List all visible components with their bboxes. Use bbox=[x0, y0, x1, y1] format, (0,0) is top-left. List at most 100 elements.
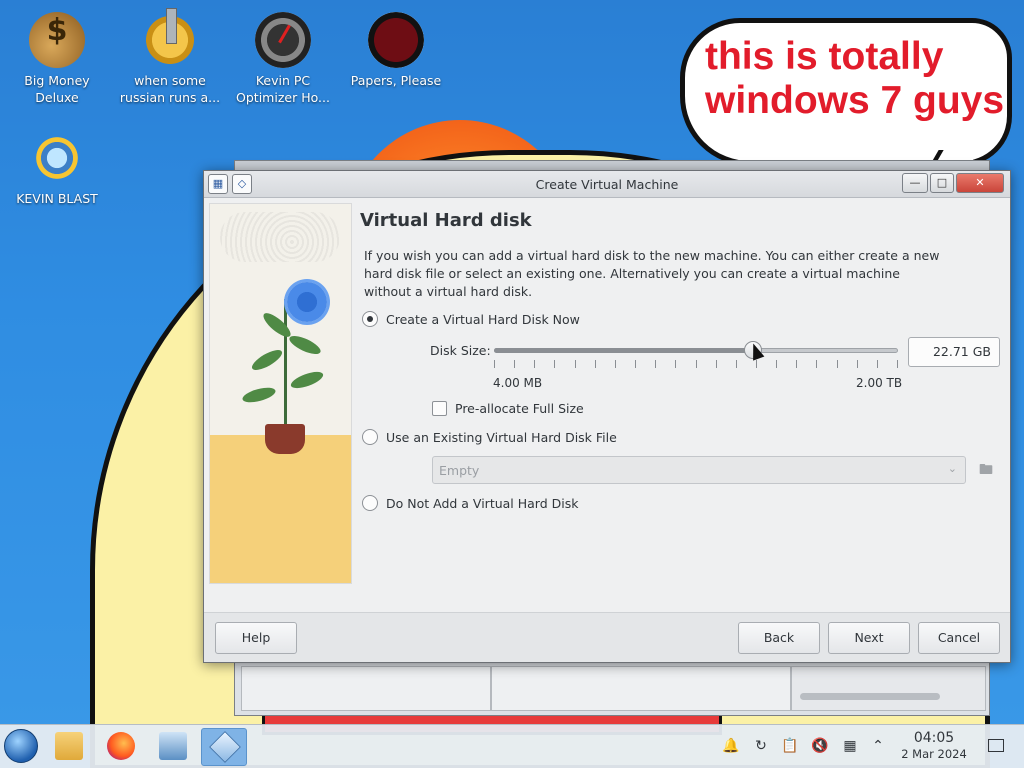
radio-indicator[interactable] bbox=[362, 429, 378, 445]
wizard-page: Virtual Hard disk If you wish you can ad… bbox=[360, 203, 1002, 584]
help-button[interactable]: Help bbox=[215, 622, 297, 654]
slider-tick bbox=[594, 360, 596, 368]
plant-stem bbox=[284, 299, 287, 429]
disk-size-slider[interactable] bbox=[494, 341, 898, 376]
slider-tick bbox=[715, 360, 717, 368]
blue-flower-icon bbox=[287, 282, 327, 322]
page-description: If you wish you can add a virtual hard d… bbox=[364, 248, 940, 299]
slider-tick bbox=[856, 360, 858, 368]
next-button[interactable]: Next bbox=[828, 622, 910, 654]
system-clock[interactable]: 04:05 2 Mar 2024 bbox=[894, 729, 974, 762]
desktop-icon-kevin-blast[interactable]: KEVIN BLAST bbox=[2, 130, 112, 207]
clipboard-icon[interactable]: 📋 bbox=[781, 737, 799, 755]
speech-bubble-text: this is totally windows 7 guys bbox=[705, 35, 1005, 122]
slider-fill bbox=[494, 348, 753, 353]
disk-size-min-label: 4.00 MB bbox=[493, 376, 543, 390]
background-pane bbox=[491, 666, 791, 711]
background-pane bbox=[241, 666, 491, 711]
desktop-icon-label: Kevin PC Optimizer Ho... bbox=[236, 73, 330, 105]
radio-use-existing-disk[interactable]: Use an Existing Virtual Hard Disk File bbox=[362, 429, 617, 445]
maximize-button[interactable]: □ bbox=[930, 173, 954, 193]
slider-tick bbox=[735, 360, 737, 368]
desktop-icon-label: when some russian runs a... bbox=[119, 73, 221, 105]
notifications-bell-icon[interactable]: 🔔 bbox=[722, 737, 740, 755]
plant-leaf bbox=[249, 346, 285, 374]
preallocate-checkbox[interactable] bbox=[432, 401, 447, 416]
eagle-emblem-icon bbox=[368, 12, 424, 68]
slider-tick bbox=[614, 360, 616, 368]
dialog-title: Create Virtual Machine bbox=[535, 177, 679, 192]
updates-icon[interactable]: ↻ bbox=[752, 737, 770, 755]
disk-size-label: Disk Size: bbox=[430, 343, 491, 358]
radio-no-disk[interactable]: Do Not Add a Virtual Hard Disk bbox=[362, 495, 578, 511]
file-manager-icon bbox=[55, 732, 83, 760]
money-bag-icon bbox=[29, 12, 85, 68]
desktop-icon-russian[interactable]: when some russian runs a... bbox=[115, 8, 225, 106]
slider-tick bbox=[574, 360, 576, 368]
plant-leaf bbox=[260, 309, 294, 341]
minimize-button[interactable]: — bbox=[902, 173, 928, 193]
desktop-icon-papers-please[interactable]: Papers, Please bbox=[341, 12, 451, 89]
back-button[interactable]: Back bbox=[738, 622, 820, 654]
start-menu-button[interactable] bbox=[4, 729, 38, 763]
background-scrollbar[interactable] bbox=[800, 693, 940, 700]
desktop-icon-big-money-deluxe[interactable]: Big Money Deluxe bbox=[2, 12, 112, 106]
slider-tick bbox=[675, 360, 677, 368]
plant-leaf bbox=[241, 384, 277, 406]
existing-disk-combo: Empty ⌄ bbox=[432, 456, 966, 484]
slider-tick bbox=[876, 360, 878, 368]
existing-disk-combo-value: Empty bbox=[439, 463, 480, 478]
taskbar-item-virtualbox[interactable] bbox=[201, 728, 247, 766]
desktop-icon-kevin-pc-optimizer[interactable]: Kevin PC Optimizer Ho... bbox=[228, 12, 338, 106]
radio-label[interactable]: Use an Existing Virtual Hard Disk File bbox=[386, 430, 617, 445]
slider-tick bbox=[635, 360, 637, 368]
slider-tick bbox=[534, 360, 536, 368]
radio-create-disk-now[interactable]: Create a Virtual Hard Disk Now bbox=[362, 311, 580, 327]
chevron-down-icon: ⌄ bbox=[947, 462, 957, 475]
radio-indicator[interactable] bbox=[362, 495, 378, 511]
disk-size-max-label: 2.00 TB bbox=[856, 376, 903, 390]
speech-bubble: this is totally windows 7 guys bbox=[680, 18, 1012, 166]
taskbar-item-system-settings[interactable] bbox=[150, 728, 196, 766]
slider-tick bbox=[695, 360, 697, 368]
slider-tick bbox=[755, 360, 757, 368]
system-settings-icon bbox=[159, 732, 187, 760]
fingerprint-cloud-graphic bbox=[220, 212, 340, 262]
radio-label[interactable]: Do Not Add a Virtual Hard Disk bbox=[386, 496, 578, 511]
slider-tick bbox=[655, 360, 657, 368]
slider-tick bbox=[897, 360, 898, 368]
disk-size-input[interactable]: 22.71 GB bbox=[908, 337, 1000, 367]
clock-date: 2 Mar 2024 bbox=[901, 747, 967, 761]
desktop-icon-label: KEVIN BLAST bbox=[16, 191, 98, 206]
dialog-titlebar[interactable]: ▦ ◇ Create Virtual Machine — □ ✕ bbox=[204, 171, 1010, 198]
taskbar: 🔔 ↻ 📋 🔇 ▦ ⌃ 04:05 2 Mar 2024 bbox=[0, 724, 1024, 768]
plant-leaf bbox=[288, 368, 326, 392]
radio-indicator[interactable] bbox=[362, 311, 378, 327]
background-scroll-area[interactable] bbox=[791, 666, 986, 711]
desktop-icon-label: Big Money Deluxe bbox=[24, 73, 90, 105]
input-method-icon[interactable]: ▦ bbox=[841, 737, 859, 755]
taskbar-item-file-manager[interactable] bbox=[46, 728, 92, 766]
slider-tick bbox=[514, 360, 516, 368]
cancel-button[interactable]: Cancel bbox=[918, 622, 1000, 654]
gear-lever-icon bbox=[142, 8, 198, 68]
desktop-icon-label: Papers, Please bbox=[350, 73, 442, 88]
wizard-illustration bbox=[209, 203, 352, 584]
slider-tick bbox=[796, 360, 798, 368]
slider-tick bbox=[554, 360, 556, 368]
close-button[interactable]: ✕ bbox=[956, 173, 1004, 193]
firefox-icon bbox=[107, 732, 135, 760]
preallocate-label[interactable]: Pre-allocate Full Size bbox=[455, 401, 584, 416]
show-desktop-icon[interactable] bbox=[988, 739, 1004, 752]
clock-time: 04:05 bbox=[913, 730, 955, 746]
slider-tick bbox=[494, 360, 495, 368]
show-hidden-chevron-icon[interactable]: ⌃ bbox=[869, 737, 887, 755]
taskbar-item-firefox[interactable] bbox=[98, 728, 144, 766]
plant-leaf bbox=[287, 332, 323, 358]
page-title: Virtual Hard disk bbox=[360, 210, 532, 231]
volume-muted-icon[interactable]: 🔇 bbox=[811, 737, 829, 755]
create-vm-dialog: ▦ ◇ Create Virtual Machine — □ ✕ Virtual… bbox=[203, 170, 1011, 663]
preallocate-checkbox-row[interactable]: Pre-allocate Full Size bbox=[432, 401, 584, 416]
flower-pot bbox=[265, 424, 305, 454]
radio-label[interactable]: Create a Virtual Hard Disk Now bbox=[386, 312, 580, 327]
